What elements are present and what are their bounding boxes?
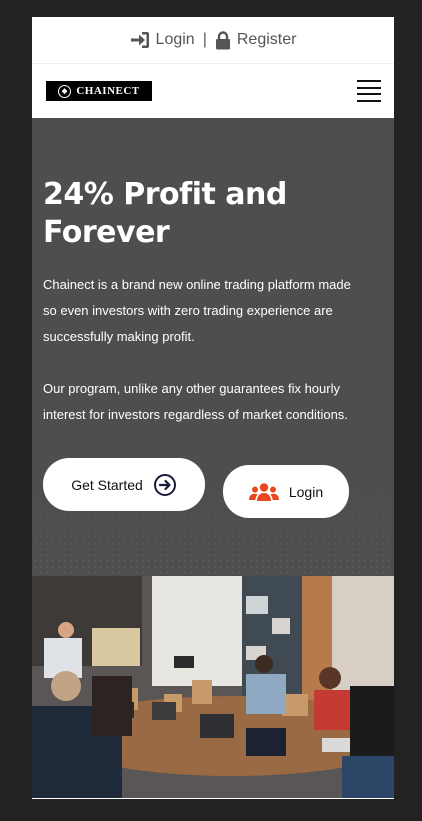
meeting-photo bbox=[32, 576, 394, 798]
arrow-circle-right-icon bbox=[153, 473, 177, 497]
lock-icon bbox=[215, 30, 231, 50]
get-started-button[interactable]: Get Started bbox=[43, 458, 205, 511]
hero-paragraph-1: Chainect is a brand new online trading p… bbox=[43, 277, 351, 344]
top-login-link[interactable]: Login bbox=[124, 31, 201, 49]
main-navbar: ◆ CHAINECT bbox=[32, 64, 394, 118]
top-register-label: Register bbox=[236, 31, 297, 48]
hamburger-menu-icon[interactable] bbox=[357, 80, 381, 102]
users-icon bbox=[248, 482, 279, 502]
top-auth-bar: Login | Register bbox=[32, 17, 394, 64]
get-started-label: Get Started bbox=[71, 476, 143, 493]
top-separator: | bbox=[202, 31, 207, 48]
hero-login-button[interactable]: Login bbox=[223, 465, 349, 518]
hero-paragraph-2: Our program, unlike any other guarantees… bbox=[43, 381, 348, 422]
site-logo[interactable]: ◆ CHAINECT bbox=[46, 81, 152, 101]
top-register-link[interactable]: Register bbox=[209, 30, 303, 50]
logo-text: CHAINECT bbox=[76, 85, 140, 97]
top-login-label: Login bbox=[155, 31, 195, 48]
hero-title: 24% Profit and Forever bbox=[43, 177, 287, 250]
hero-buttons: Get Started Login bbox=[43, 458, 394, 520]
hero-login-label: Login bbox=[288, 483, 324, 500]
hero-section: 24% Profit and Forever Chainect is a bra… bbox=[32, 118, 394, 576]
logo-icon: ◆ bbox=[58, 84, 72, 98]
sign-in-icon bbox=[130, 31, 150, 49]
page-frame: Login | Register ◆ CHAINECT 24% Profit a… bbox=[32, 17, 394, 799]
